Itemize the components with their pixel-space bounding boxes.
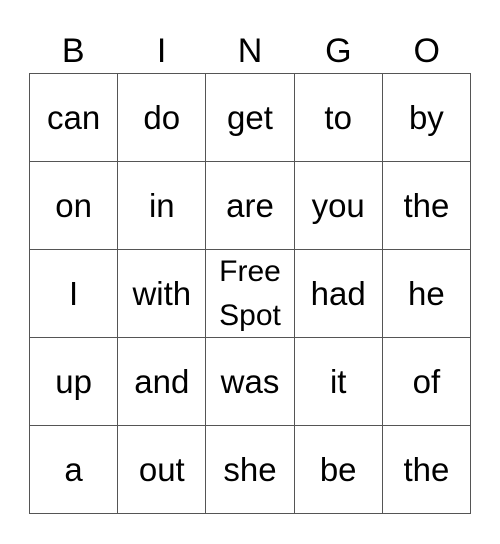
bingo-cell[interactable]: on: [30, 162, 119, 250]
bingo-grid: can do get to by on in are you the I wit…: [29, 73, 471, 514]
bingo-cell[interactable]: with: [118, 250, 207, 338]
bingo-cell[interactable]: had: [294, 250, 383, 338]
bingo-cell[interactable]: do: [118, 74, 207, 162]
bingo-cell[interactable]: in: [118, 162, 207, 250]
bingo-cell[interactable]: a: [30, 426, 119, 514]
bingo-cell[interactable]: out: [118, 426, 207, 514]
bingo-cell[interactable]: she: [206, 426, 295, 514]
bingo-cell[interactable]: be: [294, 426, 383, 514]
bingo-cell[interactable]: it: [294, 338, 383, 426]
bingo-cell[interactable]: and: [118, 338, 207, 426]
bingo-cell[interactable]: you: [294, 162, 383, 250]
bingo-cell[interactable]: the: [382, 162, 471, 250]
header-letter-i: I: [156, 32, 167, 70]
bingo-header: B I N G O: [29, 30, 471, 73]
header-letter-o: O: [413, 32, 440, 70]
bingo-cell[interactable]: can: [30, 74, 119, 162]
header-letter-g: G: [325, 32, 352, 70]
header-letter-n: N: [237, 32, 263, 70]
bingo-cell[interactable]: to: [294, 74, 383, 162]
bingo-cell[interactable]: get: [206, 74, 295, 162]
free-spot-cell[interactable]: Free Spot: [206, 250, 295, 338]
bingo-cell[interactable]: was: [206, 338, 295, 426]
bingo-cell[interactable]: I: [30, 250, 119, 338]
bingo-cell[interactable]: by: [382, 74, 471, 162]
bingo-cell[interactable]: of: [382, 338, 471, 426]
free-spot-label: Free Spot: [219, 255, 281, 332]
bingo-cell[interactable]: are: [206, 162, 295, 250]
bingo-cell[interactable]: he: [382, 250, 471, 338]
header-letter-b: B: [61, 32, 85, 70]
bingo-cell[interactable]: the: [382, 426, 471, 514]
bingo-cell[interactable]: up: [30, 338, 119, 426]
